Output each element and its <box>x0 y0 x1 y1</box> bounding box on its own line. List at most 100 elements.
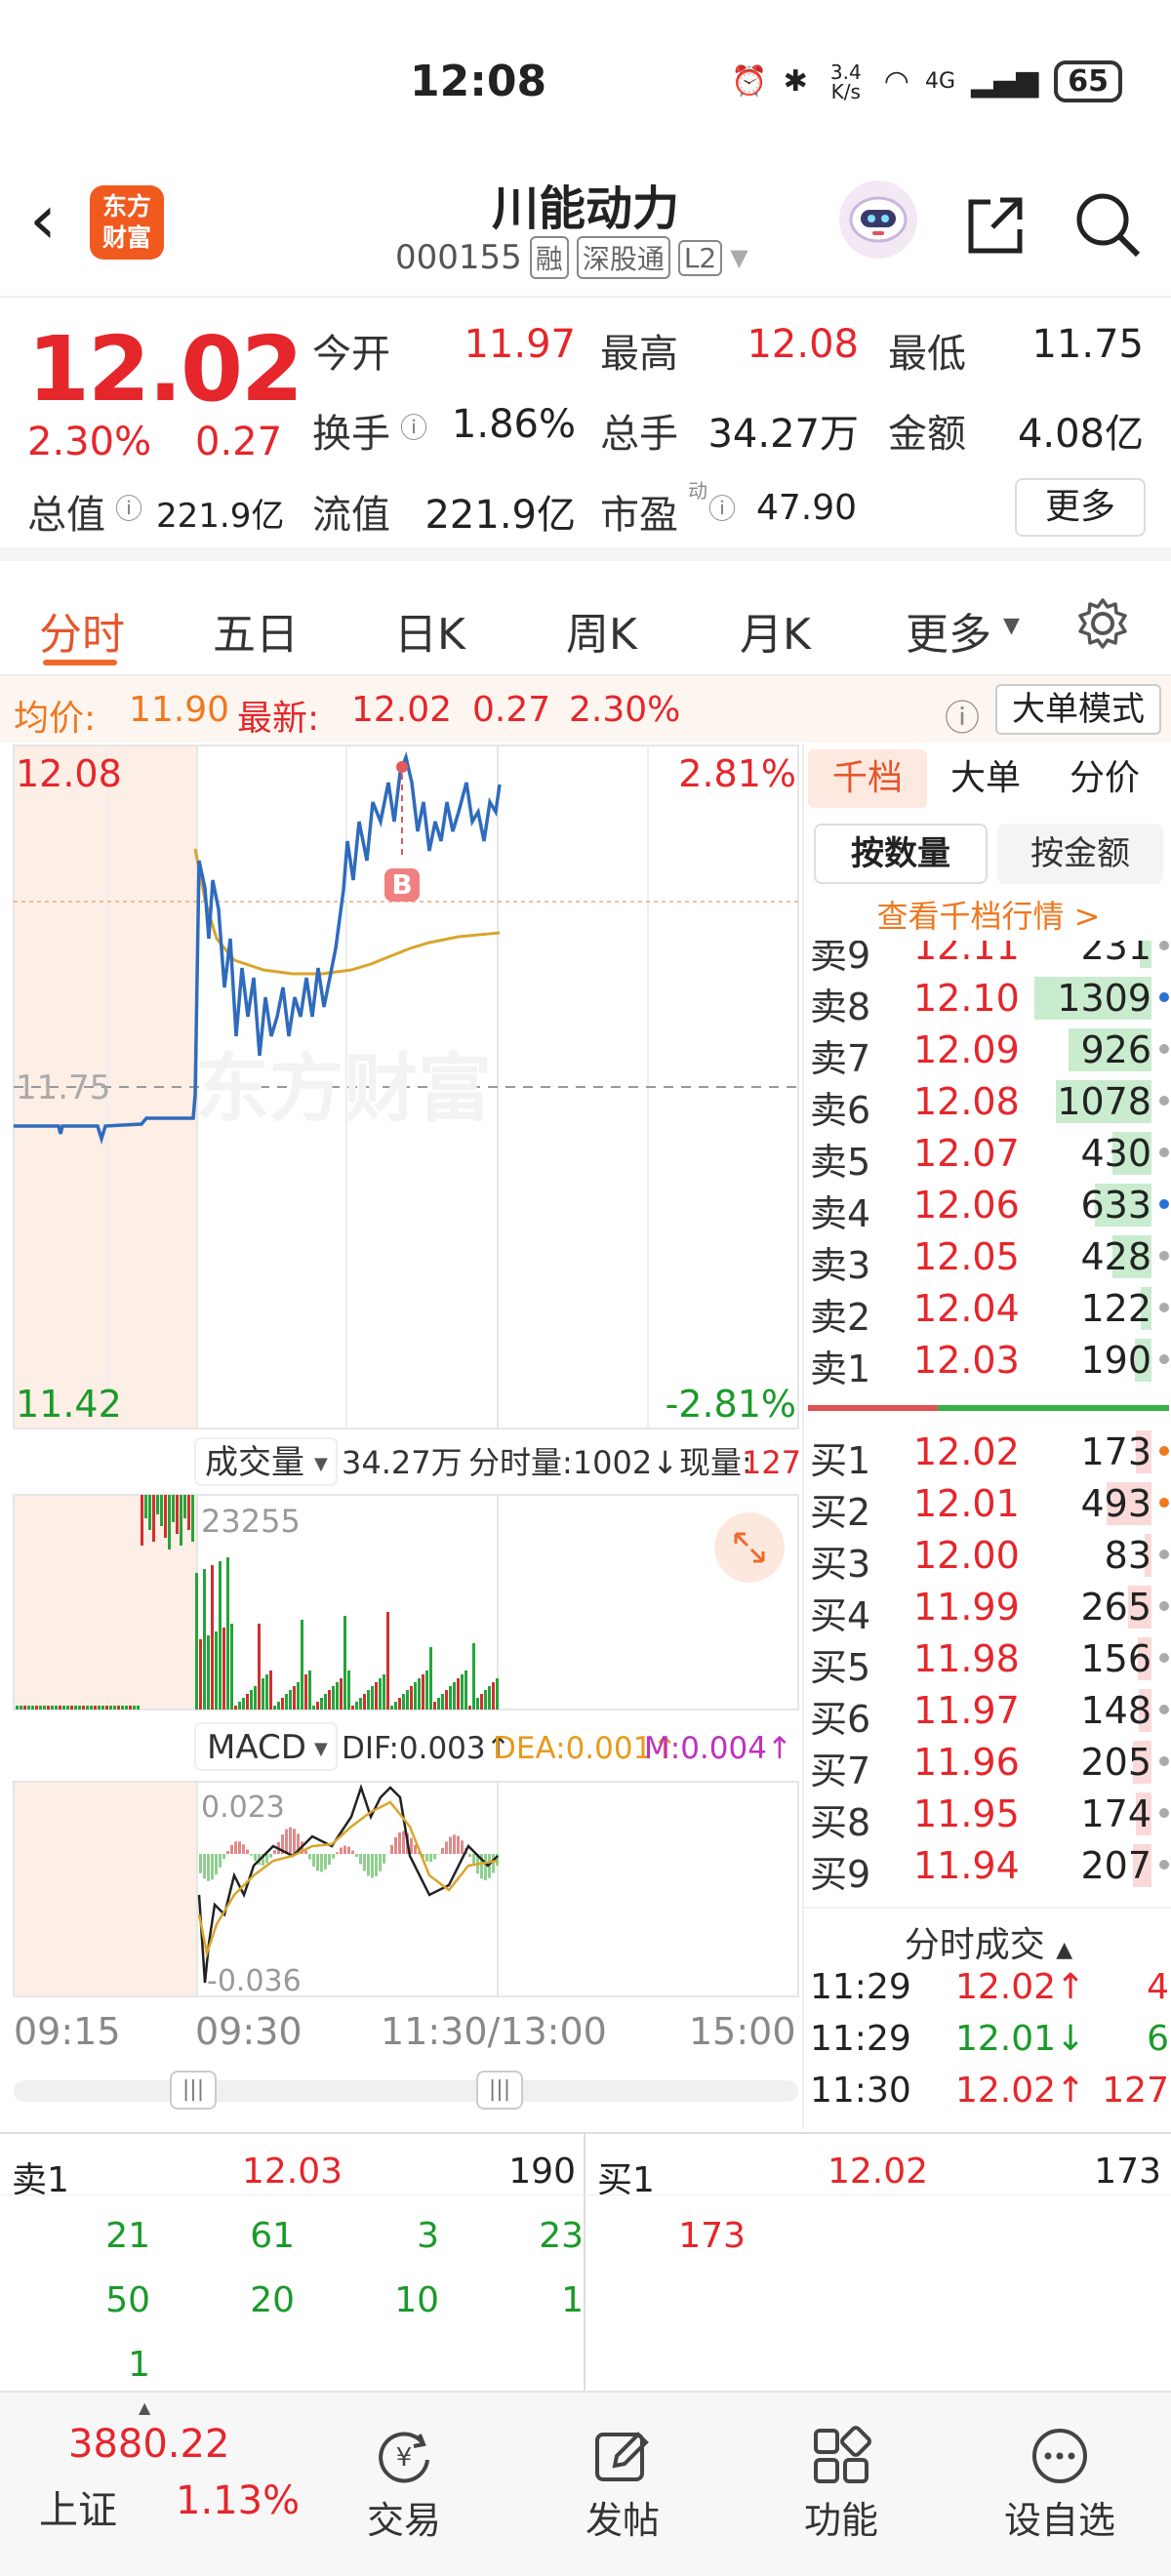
quote-panel: 12.02 2.30% 0.27 总值 ⓘ 221.9亿 今开 11.97 最高… <box>0 298 1171 561</box>
volume-bar <box>207 1635 210 1710</box>
tab-daily[interactable]: 日K <box>394 599 465 662</box>
tab-monthly[interactable]: 月K <box>740 599 811 662</box>
share-icon[interactable] <box>961 190 1030 259</box>
trades-header[interactable]: 分时成交 ▲ <box>804 1907 1171 1967</box>
sell-order: 21 <box>105 2216 150 2256</box>
y-max-label: 12.08 <box>16 752 122 795</box>
status-bar: 12:08 ⏰ ✱ 3.4 K/s ◠ 4G ▂▄▆ 65 <box>0 0 1171 166</box>
volume-bar <box>195 1573 198 1710</box>
volume-bar <box>199 1639 202 1710</box>
tag-level2: L2 <box>677 239 723 276</box>
stock-code-row[interactable]: 000155 融 深股通 L2 ▼ <box>395 236 748 279</box>
macd-bar <box>449 1836 452 1854</box>
tab-intraday[interactable]: 分时 <box>39 599 125 662</box>
level-volume: 174 <box>1080 1792 1151 1835</box>
macd-bar <box>371 1854 374 1878</box>
chevron-down-icon: ▼ <box>314 1454 328 1474</box>
level-volume: 173 <box>1080 1430 1151 1473</box>
macd-bar <box>414 1844 417 1854</box>
volume-bar <box>410 1686 413 1710</box>
more-button[interactable]: 更多 <box>1015 478 1146 537</box>
last-value: 12.02 <box>351 690 453 730</box>
macd-m: M:0.004↑ <box>644 1731 792 1766</box>
tab-more[interactable]: 更多 <box>906 599 991 662</box>
more-dots-icon <box>962 2422 1157 2490</box>
order-level-row[interactable]: 买4 11.99 265 <box>804 1580 1171 1637</box>
range-slider[interactable]: ||| ||| <box>14 2071 798 2110</box>
nav-watchlist[interactable]: 设自选 <box>962 2422 1157 2544</box>
by-amount-button[interactable]: 按金额 <box>997 824 1163 884</box>
level-volume: 633 <box>1080 1184 1151 1227</box>
full-depth-link[interactable]: 查看千档行情 > <box>804 892 1171 937</box>
volume-bar <box>425 1670 428 1710</box>
by-quantity-button[interactable]: 按数量 <box>814 824 988 884</box>
last-label: 最新: <box>237 699 320 739</box>
order-level-row[interactable]: 卖1 12.03 190 <box>804 1333 1171 1390</box>
order-level-row[interactable]: 买2 12.01 493 <box>804 1476 1171 1534</box>
volume-bar <box>328 1690 331 1710</box>
tab-big-orders[interactable]: 大单 <box>950 749 1021 808</box>
caret-up-icon: ▲ <box>1056 1938 1073 1962</box>
order-level-row[interactable]: 买1 12.02 173 <box>804 1425 1171 1482</box>
trade-price: 12.02↑ <box>955 2071 1086 2111</box>
help-icon[interactable]: ⓘ <box>945 690 980 741</box>
macd-bar <box>461 1840 464 1854</box>
level-volume: 148 <box>1080 1689 1151 1732</box>
level-dot <box>1159 1044 1169 1054</box>
info-icon[interactable]: ⓘ <box>708 488 736 527</box>
volume-bar <box>211 1565 214 1710</box>
nav-trade[interactable]: ¥ 交易 <box>306 2422 502 2544</box>
high-label: 最高 <box>600 332 678 377</box>
level-price: 12.02 <box>913 1430 1020 1473</box>
tab-price-dist[interactable]: 分价 <box>1070 749 1140 808</box>
info-icon[interactable]: ⓘ <box>115 488 142 527</box>
tab-5day[interactable]: 五日 <box>213 599 299 662</box>
time-label-0930: 09:30 <box>195 2010 303 2053</box>
volume-bar <box>402 1694 405 1710</box>
stock-code: 000155 <box>395 238 522 277</box>
volume-bar <box>343 1616 346 1710</box>
order-level-row[interactable]: 卖8 12.10 1309 <box>804 971 1171 1028</box>
gear-icon[interactable] <box>1075 596 1130 655</box>
nav-post[interactable]: 发帖 <box>525 2422 720 2544</box>
level-price: 12.03 <box>913 1339 1020 1382</box>
macd-bar <box>273 1850 276 1854</box>
order-level-row[interactable]: 买3 12.00 83 <box>804 1528 1171 1586</box>
big-order-mode-button[interactable]: 大单模式 <box>995 684 1161 735</box>
info-icon[interactable]: ⓘ <box>400 407 427 446</box>
intraday-chart[interactable]: 东方财富 B 12.08 11.42 2.81% -2.81% 11.75 成交… <box>0 744 802 2053</box>
range-handle-left[interactable]: ||| <box>170 2071 217 2110</box>
level-dot <box>1159 1808 1169 1818</box>
order-level-row[interactable]: 买6 11.97 148 <box>804 1683 1171 1741</box>
order-level-row[interactable]: 卖2 12.04 122 <box>804 1281 1171 1339</box>
macd-bar <box>383 1854 385 1864</box>
range-handle-right[interactable]: ||| <box>476 2071 523 2110</box>
volume-bar <box>203 1569 206 1710</box>
volume-bar <box>148 1495 151 1530</box>
level-price: 12.05 <box>913 1235 1020 1278</box>
bid-list: 买1 12.02 173 买2 12.01 493 买3 12.00 83 买4 11.99 265 买… <box>804 1417 1171 1907</box>
order-level-row[interactable]: 买8 11.95 174 <box>804 1787 1171 1844</box>
volume-bar <box>183 1495 186 1518</box>
order-level-row[interactable]: 卖9 12.11 231 <box>804 941 1171 977</box>
order-level-row[interactable]: 买7 11.96 205 <box>804 1735 1171 1792</box>
order-level-row[interactable]: 卖6 12.08 1078 <box>804 1074 1171 1132</box>
order-level-row[interactable]: 买9 11.94 207 <box>804 1838 1171 1896</box>
level-price: 12.06 <box>913 1184 1020 1227</box>
order-level-row[interactable]: 卖5 12.07 430 <box>804 1126 1171 1184</box>
assistant-robot-icon[interactable] <box>839 181 917 259</box>
order-level-row[interactable]: 买5 11.98 156 <box>804 1631 1171 1689</box>
tab-full-depth[interactable]: 千档 <box>808 749 927 808</box>
order-level-row[interactable]: 卖3 12.05 428 <box>804 1229 1171 1287</box>
nav-features[interactable]: 功能 <box>744 2422 939 2544</box>
trade-volume: 4 <box>1147 1967 1169 2007</box>
turnover-value: 1.86% <box>451 402 576 447</box>
volume-bar <box>324 1694 327 1710</box>
tab-weekly[interactable]: 周K <box>566 599 637 662</box>
order-level-row[interactable]: 卖7 12.09 926 <box>804 1023 1171 1080</box>
search-icon[interactable] <box>1073 190 1142 259</box>
caret-up-icon: ▲ <box>139 2398 151 2417</box>
grid-icon <box>744 2422 939 2490</box>
order-level-row[interactable]: 卖4 12.06 633 <box>804 1178 1171 1235</box>
index-ticker[interactable]: ▲ 3880.22 上证 1.13% <box>0 2393 312 2576</box>
